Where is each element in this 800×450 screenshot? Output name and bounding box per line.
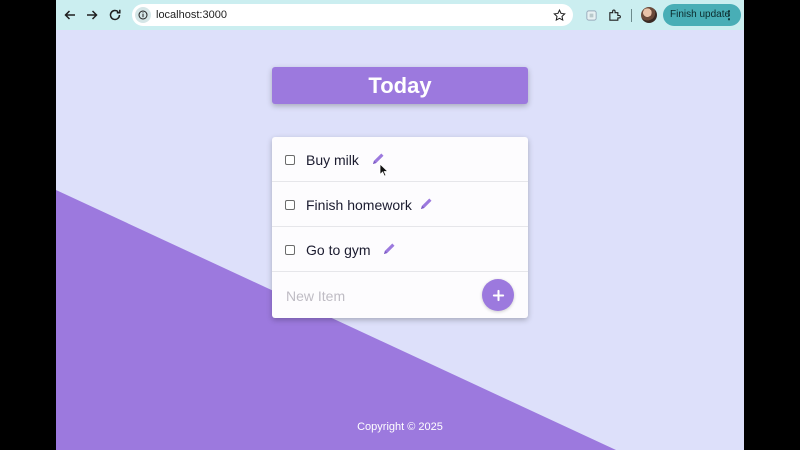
list-item: Go to gym: [272, 227, 528, 272]
address-bar[interactable]: localhost:3000: [132, 4, 573, 26]
item-label: Finish homework: [306, 197, 412, 213]
site-info-button[interactable]: [135, 7, 151, 23]
bookmark-button[interactable]: [551, 7, 567, 23]
item-label: Buy milk: [306, 152, 359, 168]
reload-icon: [109, 9, 121, 21]
profile-avatar[interactable]: [641, 7, 657, 23]
new-item-input[interactable]: New Item: [286, 288, 345, 304]
star-icon: [552, 8, 566, 21]
reload-button[interactable]: [105, 5, 125, 25]
pencil-icon[interactable]: [381, 241, 397, 257]
mouse-cursor-icon: [379, 163, 389, 177]
extension-button[interactable]: [583, 7, 599, 23]
browser-toolbar: localhost:3000 Finish update ⋮: [56, 0, 744, 31]
header-banner: Today: [272, 67, 528, 104]
arrow-left-icon: [64, 10, 75, 20]
item-label: Go to gym: [306, 242, 371, 258]
todo-list-card: Buy milk Finish homework Go to gym New I…: [272, 137, 528, 318]
list-item: Buy milk: [272, 137, 528, 182]
extension-icon: [585, 9, 597, 21]
arrow-right-icon: [87, 10, 98, 20]
pencil-icon[interactable]: [418, 196, 434, 212]
page-content: Today Buy milk Finish homework Go to gym…: [56, 30, 744, 450]
add-item-button[interactable]: [482, 279, 514, 311]
page-title: Today: [368, 72, 432, 98]
more-vert-icon: ⋮: [723, 8, 735, 22]
back-button[interactable]: [60, 5, 80, 25]
toolbar-divider: [631, 9, 632, 22]
browser-window: localhost:3000 Finish update ⋮ Today Buy…: [56, 0, 744, 450]
info-icon: [138, 10, 148, 20]
finish-update-button[interactable]: Finish update ⋮: [663, 4, 741, 26]
finish-update-label: Finish update: [670, 9, 731, 20]
item-checkbox[interactable]: [285, 155, 295, 165]
list-item: Finish homework: [272, 182, 528, 227]
url-text: localhost:3000: [156, 9, 227, 21]
footer-copyright: Copyright © 2025: [357, 421, 443, 433]
extensions-menu-button[interactable]: [606, 7, 622, 23]
forward-button[interactable]: [82, 5, 102, 25]
plus-icon: [492, 289, 504, 301]
item-checkbox[interactable]: [285, 245, 295, 255]
item-checkbox[interactable]: [285, 200, 295, 210]
puzzle-icon: [608, 9, 621, 21]
